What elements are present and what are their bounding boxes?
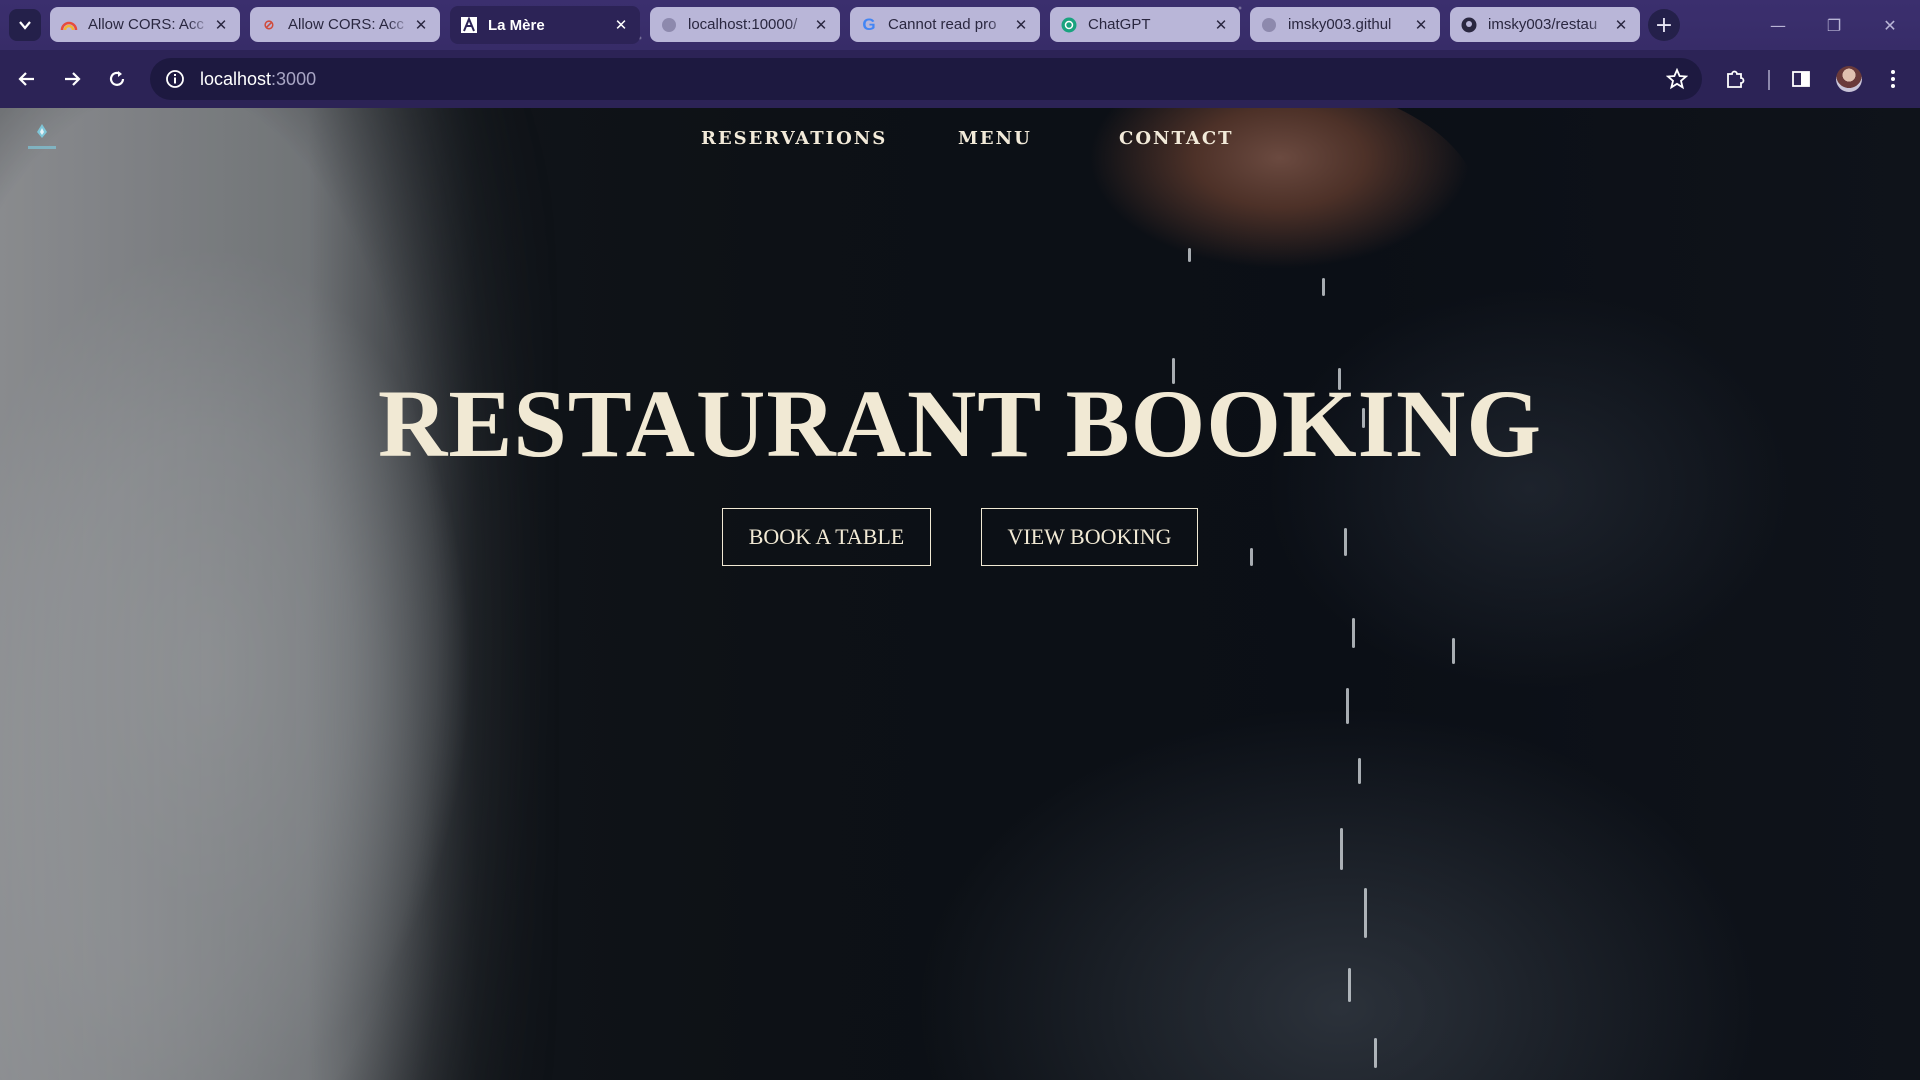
salt-grain [1358, 758, 1361, 784]
tab-title: La Mère [488, 16, 545, 34]
browser-tab-active[interactable]: La Mère ✕ [450, 6, 640, 44]
browser-toolbar: localhost:3000 [0, 50, 1920, 108]
reload-icon [109, 71, 125, 86]
hero-video-fabric [0, 108, 560, 1080]
kebab-menu-icon [1891, 70, 1895, 88]
hero-title: RESTAURANT BOOKING [378, 370, 1542, 477]
browser-tab[interactable]: imsky003.githul ✕ [1250, 7, 1440, 42]
salt-grain [1346, 688, 1349, 724]
close-icon[interactable]: ✕ [612, 16, 630, 34]
toolbar-divider [1768, 70, 1770, 90]
browser-tab[interactable]: ChatGPT ✕ [1050, 7, 1240, 42]
tab-title: ChatGPT [1088, 16, 1151, 33]
chevron-down-icon [19, 21, 31, 30]
salt-grain [1344, 528, 1347, 556]
salt-grain [1374, 1038, 1377, 1068]
side-panel-button[interactable] [1784, 62, 1818, 96]
browser-menu-button[interactable] [1876, 62, 1910, 96]
tab-title: imsky003/restau [1488, 16, 1598, 33]
restore-button[interactable]: ❐ [1806, 0, 1862, 50]
minimize-button[interactable]: — [1750, 0, 1806, 50]
puzzle-icon [1727, 70, 1745, 88]
bookmark-star-icon[interactable] [1665, 67, 1689, 90]
url-text: localhost:3000 [200, 69, 316, 90]
nav-link-menu[interactable]: MENU [958, 128, 1032, 149]
nav-link-contact[interactable]: CONTACT [1119, 128, 1234, 149]
new-tab-button[interactable]: + [1648, 9, 1680, 41]
back-button[interactable] [10, 62, 44, 96]
book-table-button[interactable]: BOOK A TABLE [722, 508, 931, 566]
globe-icon [1260, 16, 1278, 34]
url-host: localhost [200, 68, 272, 89]
browser-tab[interactable]: ⊘ Allow CORS: Acc ✕ [250, 7, 440, 42]
salt-grain [1250, 548, 1253, 566]
browser-tab[interactable]: localhost:10000/ ✕ [650, 7, 840, 42]
close-icon[interactable]: ✕ [1012, 16, 1030, 34]
salt-grain [1352, 618, 1355, 648]
tab-title: Allow CORS: Acc [88, 16, 204, 33]
salt-grain [1364, 888, 1367, 938]
tab-search-button[interactable] [9, 9, 41, 41]
plus-icon: + [1654, 12, 1674, 38]
salt-grain [1188, 248, 1191, 262]
browser-tab[interactable]: imsky003/restau ✕ [1450, 7, 1640, 42]
view-booking-button[interactable]: VIEW BOOKING [981, 508, 1198, 566]
profile-avatar[interactable] [1836, 66, 1862, 92]
globe-icon [660, 16, 678, 34]
address-bar[interactable]: localhost:3000 [150, 58, 1702, 100]
tab-title: Cannot read pro [888, 16, 997, 33]
minimize-icon: — [1770, 15, 1786, 35]
salt-grain [1348, 968, 1351, 1002]
close-icon[interactable]: ✕ [1212, 16, 1230, 34]
browser-tab-strip: Allow CORS: Acc ✕ ⊘ Allow CORS: Acc ✕ La… [0, 0, 1920, 50]
browser-tab[interactable]: Allow CORS: Acc ✕ [50, 7, 240, 42]
close-icon[interactable]: ✕ [812, 16, 830, 34]
close-icon: ✕ [1883, 15, 1897, 35]
restore-icon: ❐ [1826, 15, 1842, 35]
main-nav: RESERVATIONS MENU CONTACT [0, 128, 1920, 156]
arrow-right-icon [65, 72, 81, 86]
close-icon[interactable]: ✕ [1612, 16, 1630, 34]
close-icon[interactable]: ✕ [412, 16, 430, 34]
salt-grain [1452, 638, 1455, 664]
tab-title: Allow CORS: Acc [288, 16, 404, 33]
salt-grain [1322, 278, 1325, 296]
reload-button[interactable] [100, 62, 134, 96]
close-icon[interactable]: ✕ [1412, 16, 1430, 34]
url-port: :3000 [271, 68, 317, 89]
extensions-button[interactable] [1718, 62, 1752, 96]
chatgpt-icon [1060, 16, 1078, 34]
github-icon [1460, 16, 1478, 34]
info-icon[interactable] [164, 68, 186, 90]
browser-tab[interactable]: G Cannot read pro ✕ [850, 7, 1040, 42]
rainbow-icon [60, 16, 78, 34]
nav-link-reservations[interactable]: RESERVATIONS [701, 128, 887, 149]
la-mere-logo-icon [460, 16, 478, 34]
side-panel-icon [1792, 71, 1810, 87]
google-icon: G [862, 14, 876, 34]
forward-button[interactable] [55, 62, 89, 96]
tab-title: imsky003.githul [1288, 16, 1392, 33]
cors-icon: ⊘ [263, 16, 275, 32]
hero-background [0, 108, 1920, 1080]
close-icon[interactable]: ✕ [212, 16, 230, 34]
arrow-left-icon [18, 72, 34, 86]
close-window-button[interactable]: ✕ [1862, 0, 1918, 50]
salt-grain [1340, 828, 1343, 870]
tab-title: localhost:10000/ [688, 16, 798, 33]
